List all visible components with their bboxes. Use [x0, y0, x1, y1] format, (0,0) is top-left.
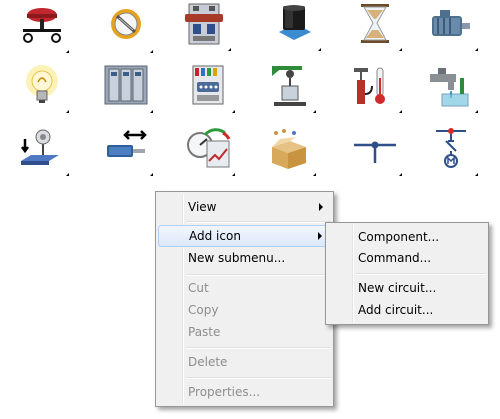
submenu-arrow-icon [318, 232, 322, 240]
connector-icon[interactable] [185, 64, 235, 113]
menu-separator [186, 377, 331, 379]
menu-item-label: Paste [188, 325, 221, 339]
menu-item-properties[interactable]: Properties... [158, 381, 331, 403]
submenu-item-component[interactable]: Component... [328, 226, 486, 248]
menu-item-label: Add circuit... [358, 303, 434, 317]
hourglass-icon[interactable] [352, 2, 402, 51]
sensor-icon[interactable] [19, 127, 69, 176]
submenu-item-add-circuit[interactable]: Add circuit... [328, 299, 486, 321]
menu-separator [186, 221, 331, 223]
control-cabinet-icon[interactable] [103, 64, 153, 113]
menu-separator [186, 274, 331, 276]
menu-item-label: View [188, 200, 217, 214]
menu-item-label: New submenu... [188, 251, 286, 265]
boxes-icon[interactable] [266, 127, 316, 176]
menu-item-label: Command... [358, 251, 432, 265]
relay-module-icon[interactable] [181, 2, 231, 51]
menu-item-label: Add icon [189, 229, 241, 243]
hoist-icon[interactable] [266, 64, 316, 113]
cylinder-icon[interactable] [103, 127, 153, 176]
menu-item-label: New circuit... [358, 281, 437, 295]
menu-item-copy[interactable]: Copy [158, 299, 331, 321]
tee-junction-icon[interactable] [352, 127, 402, 176]
menu-separator [356, 273, 486, 275]
menu-item-add-icon[interactable]: Add icon [158, 225, 331, 247]
thermometer-icon[interactable] [352, 64, 402, 113]
menu-separator [186, 347, 331, 349]
flow-meter-icon[interactable] [103, 4, 153, 53]
context-menu: View Add icon New submenu... Cut Copy Pa… [155, 191, 334, 407]
menu-item-label: Copy [188, 303, 219, 317]
add-icon-submenu: Component... Command... New circuit... A… [325, 222, 489, 325]
light-bulb-icon[interactable] [19, 64, 69, 113]
submenu-item-command[interactable]: Command... [328, 247, 486, 269]
menu-item-delete[interactable]: Delete [158, 351, 331, 373]
menu-item-label: Cut [188, 281, 209, 295]
menu-item-label: Properties... [188, 385, 261, 399]
menu-item-paste[interactable]: Paste [158, 321, 331, 343]
menu-item-view[interactable]: View [158, 196, 331, 218]
menu-item-label: Delete [188, 355, 228, 369]
menu-item-new-submenu[interactable]: New submenu... [158, 247, 331, 269]
transformer-icon[interactable] [271, 2, 321, 51]
motor-switch-icon[interactable] [428, 127, 478, 176]
submenu-item-new-circuit[interactable]: New circuit... [328, 277, 486, 299]
pushbutton-icon[interactable] [19, 4, 69, 53]
icon-grid [0, 0, 500, 190]
submenu-arrow-icon [319, 203, 323, 211]
electric-motor-icon[interactable] [428, 2, 478, 51]
faucet-icon[interactable] [428, 64, 478, 113]
menu-item-label: Component... [358, 230, 440, 244]
menu-item-cut[interactable]: Cut [158, 277, 331, 299]
gauge-icon[interactable] [185, 127, 235, 176]
